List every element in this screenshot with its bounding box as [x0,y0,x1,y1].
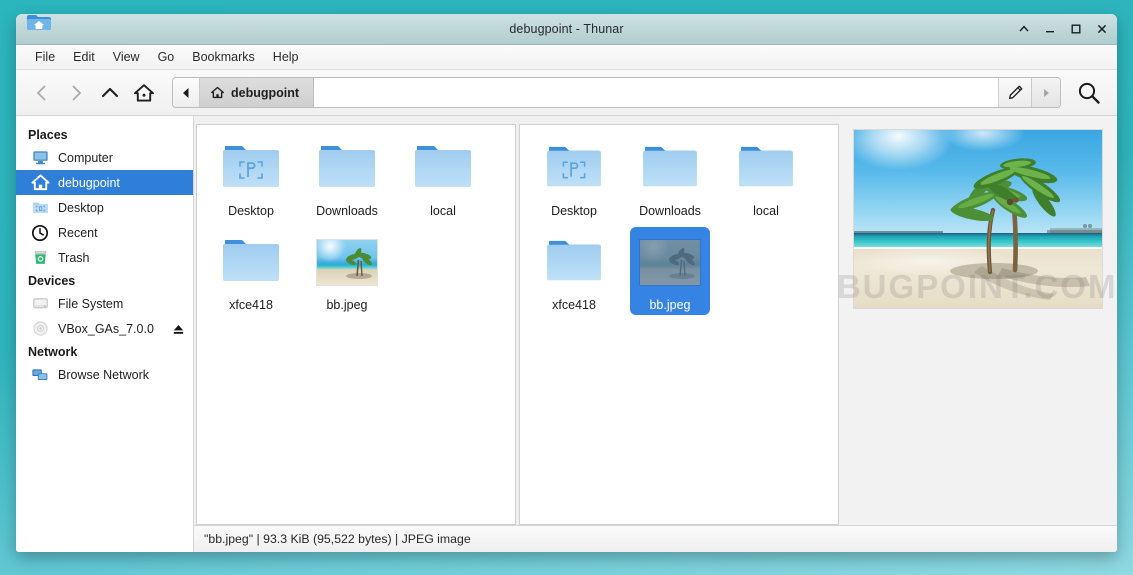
menu-bookmarks[interactable]: Bookmarks [183,47,264,67]
folder-desktop-icon [220,137,282,199]
sidebar-item-label: VBox_GAs_7.0.0 [58,322,154,336]
chevron-up-icon[interactable] [94,77,126,109]
breadcrumb-debugpoint[interactable]: debugpoint [200,78,314,107]
image-thumbnail [316,231,378,293]
file-pane-right[interactable]: Desktop Downloads [519,124,839,525]
folder-icon [316,137,378,199]
sidebar-item-label: Trash [58,251,90,265]
menu-view[interactable]: View [104,47,149,67]
file-item-bb-jpeg-selected[interactable]: bb.jpeg [630,227,710,315]
desktop-folder-icon [30,198,50,218]
file-item-label: bb.jpeg [323,297,370,313]
path-bar: debugpoint [172,77,1061,108]
chevron-right-icon[interactable] [60,77,92,109]
sidebar-item-computer[interactable]: Computer [16,145,193,170]
folder-icon [543,231,605,293]
folder-home-icon [22,14,56,38]
panes-and-status: Desktop Downloads [194,116,1117,552]
sidebar-item-label: Browse Network [58,368,149,382]
status-bar: "bb.jpeg" | 93.3 KiB (95,522 bytes) | JP… [194,525,1117,552]
file-item-local[interactable]: local [403,137,483,219]
image-thumbnail [639,231,701,293]
home-icon[interactable] [128,77,160,109]
title-bar: debugpoint - Thunar [16,14,1117,45]
file-item-local[interactable]: local [726,137,806,219]
shortcuts-sidebar: Places Computer [16,116,194,552]
file-item-desktop[interactable]: Desktop [211,137,291,219]
sidebar-item-trash[interactable]: Trash [16,245,193,270]
window-title: debugpoint - Thunar [16,22,1117,36]
triangle-right-icon[interactable] [1031,78,1060,107]
menu-bar: File Edit View Go Bookmarks Help [16,45,1117,70]
file-item-bb-jpeg[interactable]: bb.jpeg [307,231,387,313]
sidebar-item-vbox-gas[interactable]: VBox_GAs_7.0.0 [16,316,193,341]
sidebar-item-recent[interactable]: Recent [16,220,193,245]
breadcrumb-label: debugpoint [231,86,299,100]
file-item-desktop[interactable]: Desktop [534,137,614,219]
sidebar-item-label: debugpoint [58,176,120,190]
triangle-left-icon[interactable] [173,78,200,107]
window-controls [1017,14,1109,44]
file-item-label: bb.jpeg [646,297,693,313]
sidebar-group-network: Network [16,341,193,362]
harddisk-icon [30,294,50,314]
clock-icon [30,223,50,243]
trash-icon [30,248,50,268]
file-item-xfce418[interactable]: xfce418 [211,231,291,313]
eject-icon[interactable] [172,323,184,335]
sidebar-item-label: File System [58,297,123,311]
preview-image [854,130,1102,308]
file-pane-left[interactable]: Desktop Downloads [196,124,516,525]
split-view: Desktop Downloads [194,116,1117,525]
file-item-label: xfce418 [549,297,599,313]
folder-icon [412,137,474,199]
sidebar-item-desktop[interactable]: Desktop [16,195,193,220]
file-item-label: Desktop [225,203,277,219]
file-item-label: Desktop [548,203,600,219]
sidebar-item-label: Computer [58,151,113,165]
folder-icon [220,231,282,293]
home-icon [210,85,225,100]
file-item-label: Downloads [636,203,704,219]
menu-help[interactable]: Help [264,47,308,67]
sidebar-item-debugpoint[interactable]: debugpoint [16,170,193,195]
folder-icon [639,137,701,199]
window-body: Places Computer [16,116,1117,552]
pencil-icon[interactable] [998,78,1031,107]
sidebar-item-browse-network[interactable]: Browse Network [16,362,193,387]
menu-file[interactable]: File [26,47,64,67]
search-icon[interactable] [1069,75,1109,111]
sidebar-item-label: Desktop [58,201,104,215]
file-item-label: xfce418 [226,297,276,313]
network-icon [30,365,50,385]
menu-edit[interactable]: Edit [64,47,104,67]
chevron-left-icon[interactable] [26,77,58,109]
folder-desktop-icon [543,137,605,199]
file-item-label: local [427,203,459,219]
sidebar-item-file-system[interactable]: File System [16,291,193,316]
folder-icon [735,137,797,199]
optical-disc-icon [30,319,50,339]
home-icon [30,173,50,193]
status-text: "bb.jpeg" | 93.3 KiB (95,522 bytes) | JP… [204,532,471,546]
sidebar-group-places: Places [16,124,193,145]
file-item-downloads[interactable]: Downloads [307,137,387,219]
sidebar-group-devices: Devices [16,270,193,291]
tool-bar: debugpoint [16,70,1117,116]
sidebar-item-label: Recent [58,226,98,240]
thunar-window: debugpoint - Thunar File Edit View Go Bo… [16,14,1117,552]
shade-button[interactable] [1017,22,1031,36]
close-button[interactable] [1095,22,1109,36]
path-bar-empty-area[interactable] [314,78,998,107]
file-item-downloads[interactable]: Downloads [630,137,710,219]
file-item-label: local [750,203,782,219]
file-item-label: Downloads [313,203,381,219]
maximize-button[interactable] [1069,22,1083,36]
minimize-button[interactable] [1043,22,1057,36]
file-item-xfce418[interactable]: xfce418 [534,231,614,313]
image-preview-pane: DEBUGPOINT.COM [839,116,1117,525]
computer-icon [30,148,50,168]
menu-go[interactable]: Go [149,47,184,67]
